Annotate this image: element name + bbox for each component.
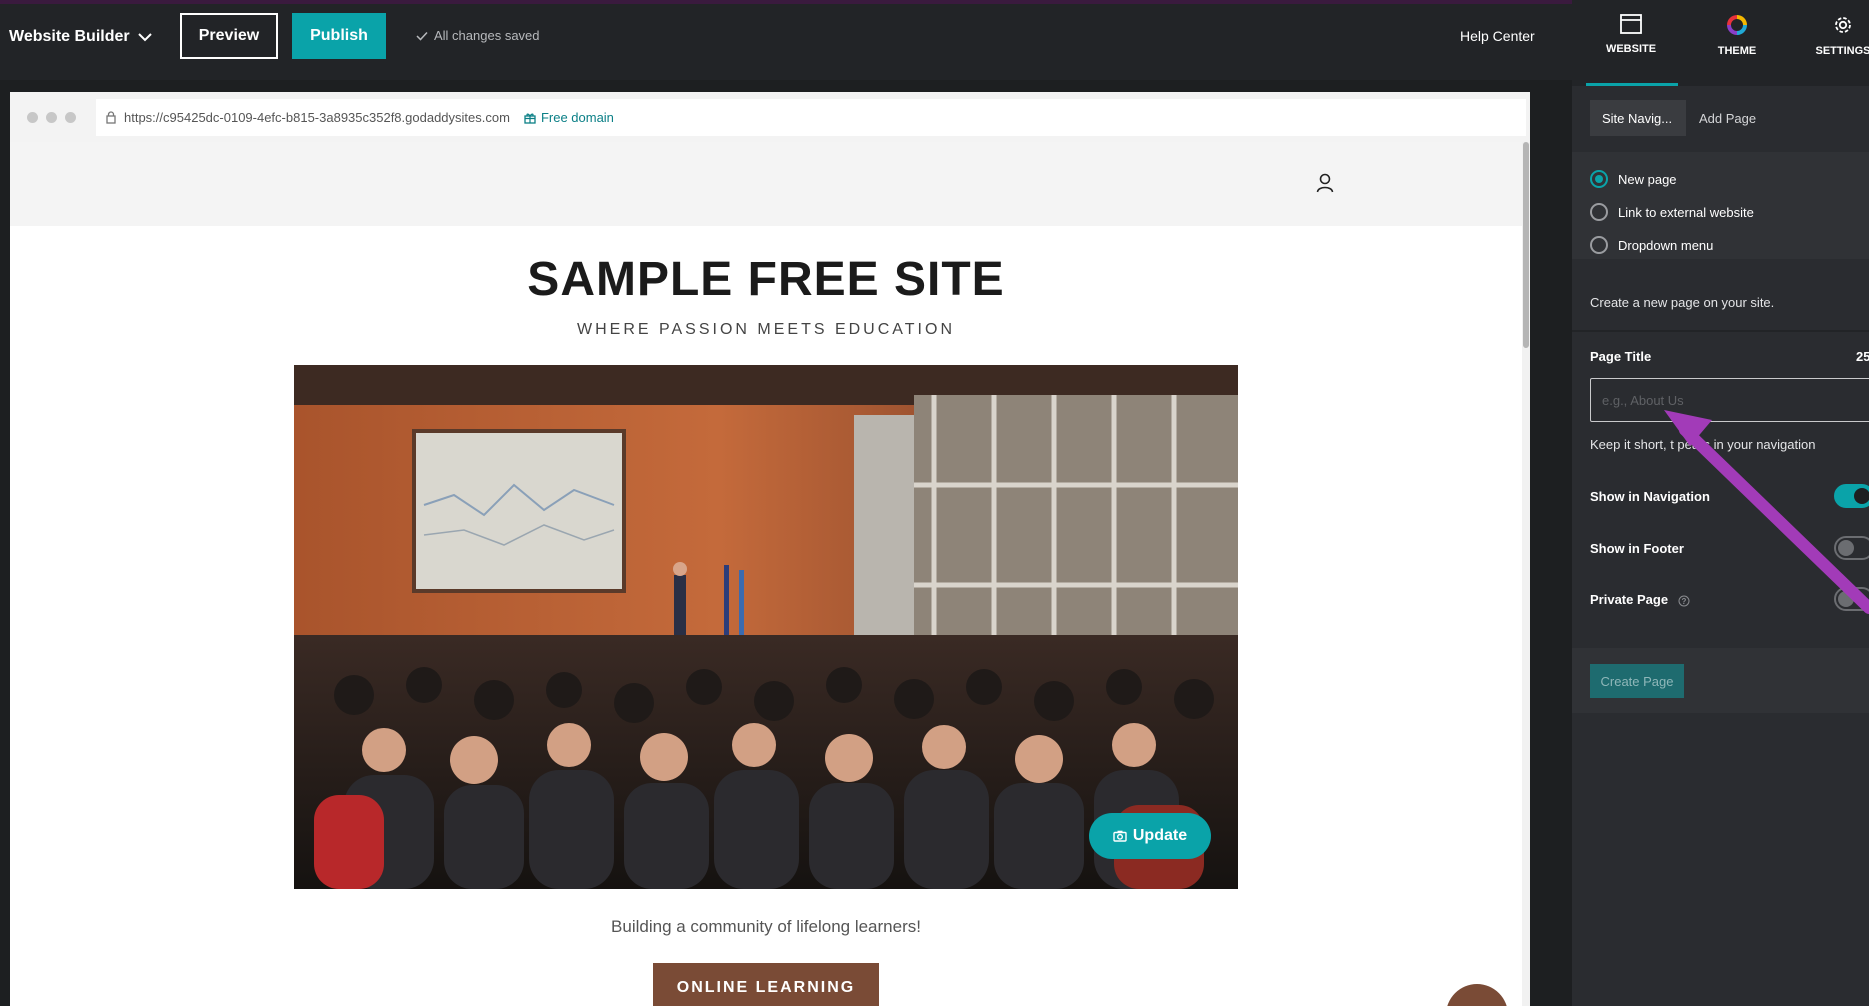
url-bar: https://c95425dc-0109-4efc-b815-3a8935c3… [96,99,1526,136]
tab-settings[interactable]: SETTINGS [1798,14,1869,57]
radio-dropdown-menu-label: Dropdown menu [1618,237,1714,253]
site-title[interactable]: SAMPLE FREE SITE [10,252,1522,307]
tab-website[interactable]: WEBSITE [1586,14,1676,55]
right-panel: WEBSITE THEME SETTINGS Site Navig... Add… [1572,0,1869,1006]
radio-dropdown-menu[interactable]: Dropdown menu [1590,236,1713,254]
brand-label: Website Builder [9,28,130,45]
divider [1572,330,1869,332]
radio-selected-indicator [1590,170,1608,188]
update-label: Update [1132,827,1188,844]
radio-indicator [1590,203,1608,221]
window-dot [27,112,38,123]
radio-indicator [1590,236,1608,254]
online-learning-button[interactable]: ONLINE LEARNING [653,963,879,1006]
checkmark-icon [416,31,428,41]
site-tagline[interactable]: WHERE PASSION MEETS EDUCATION [10,321,1522,339]
radio-external-link-label: Link to external website [1618,204,1754,220]
gift-icon [524,113,536,124]
tab-settings-label: SETTINGS [1815,45,1869,57]
conference-photo [294,365,1238,889]
toggle-knob [1854,488,1869,504]
private-page-row: Private Page ? [1590,592,1690,607]
save-status: All changes saved [416,28,540,43]
page-title-label: Page Title [1590,349,1652,364]
radio-new-page[interactable]: New page [1590,170,1677,188]
show-in-footer-label: Show in Footer [1590,541,1684,556]
chat-widget-button[interactable] [1446,984,1508,1006]
create-page-button[interactable]: Create Page [1590,664,1684,698]
page-type-options: New page Link to external website Dropdo… [1572,152,1869,259]
page-title-hint: Keep it short, t pears in your navigatio… [1590,437,1816,452]
tab-theme-label: THEME [1717,45,1757,57]
svg-text:?: ? [1681,597,1686,606]
private-page-toggle[interactable] [1834,587,1869,611]
save-status-text: All changes saved [434,28,540,43]
tab-website-label: WEBSITE [1605,43,1657,55]
breadcrumb-site-navigation[interactable]: Site Navig... [1590,100,1687,136]
camera-icon [1113,830,1127,842]
window-dot [46,112,57,123]
tab-theme[interactable]: THEME [1692,14,1782,57]
window-dots [27,112,76,123]
hero-image[interactable]: Update [294,365,1238,889]
publish-button[interactable]: Publish [292,13,386,59]
window-dot [65,112,76,123]
page-title-input[interactable] [1590,378,1869,422]
show-in-navigation-label: Show in Navigation [1590,489,1710,504]
account-icon[interactable] [1316,173,1334,193]
color-wheel-icon [1727,15,1747,35]
top-bar: Website Builder Preview Publish All chan… [0,4,1572,80]
free-domain-label: Free domain [540,110,614,125]
site-preview-frame: https://c95425dc-0109-4efc-b815-3a8935c3… [10,92,1530,1006]
site-header [10,142,1522,226]
panel-tabs: WEBSITE THEME SETTINGS [1572,0,1869,86]
browser-window-icon [1620,14,1642,34]
update-image-button[interactable]: Update [1089,813,1211,859]
help-info-icon[interactable]: ? [1678,595,1690,607]
panel-actions: Create Page [1572,648,1869,713]
preview-button[interactable]: Preview [180,13,278,59]
help-center-link[interactable]: Help Center [1460,28,1535,44]
show-in-navigation-toggle[interactable] [1834,484,1869,508]
toggle-knob [1838,591,1854,607]
free-domain-link[interactable]: Free domain [524,110,614,125]
chevron-down-icon [137,33,152,42]
option-description: Create a new page on your site. [1590,295,1775,310]
radio-new-page-label: New page [1618,171,1677,187]
character-count: 25 [1856,349,1869,364]
breadcrumb: Site Navig... Add Page [1572,86,1869,152]
website-builder-menu[interactable]: Website Builder [9,28,152,46]
site-url: https://c95425dc-0109-4efc-b815-3a8935c3… [124,110,510,125]
private-page-label: Private Page [1590,592,1669,607]
breadcrumb-add-page: Add Page [1699,111,1757,126]
browser-chrome: https://c95425dc-0109-4efc-b815-3a8935c3… [10,92,1530,142]
community-text[interactable]: Building a community of lifelong learner… [10,917,1522,937]
lock-icon [106,111,116,124]
show-in-footer-toggle[interactable] [1834,536,1869,560]
preview-scrollbar[interactable] [1522,142,1530,1006]
radio-external-link[interactable]: Link to external website [1590,203,1754,221]
gear-icon [1835,17,1851,33]
scrollbar-thumb[interactable] [1523,142,1529,348]
toggle-knob [1838,540,1854,556]
